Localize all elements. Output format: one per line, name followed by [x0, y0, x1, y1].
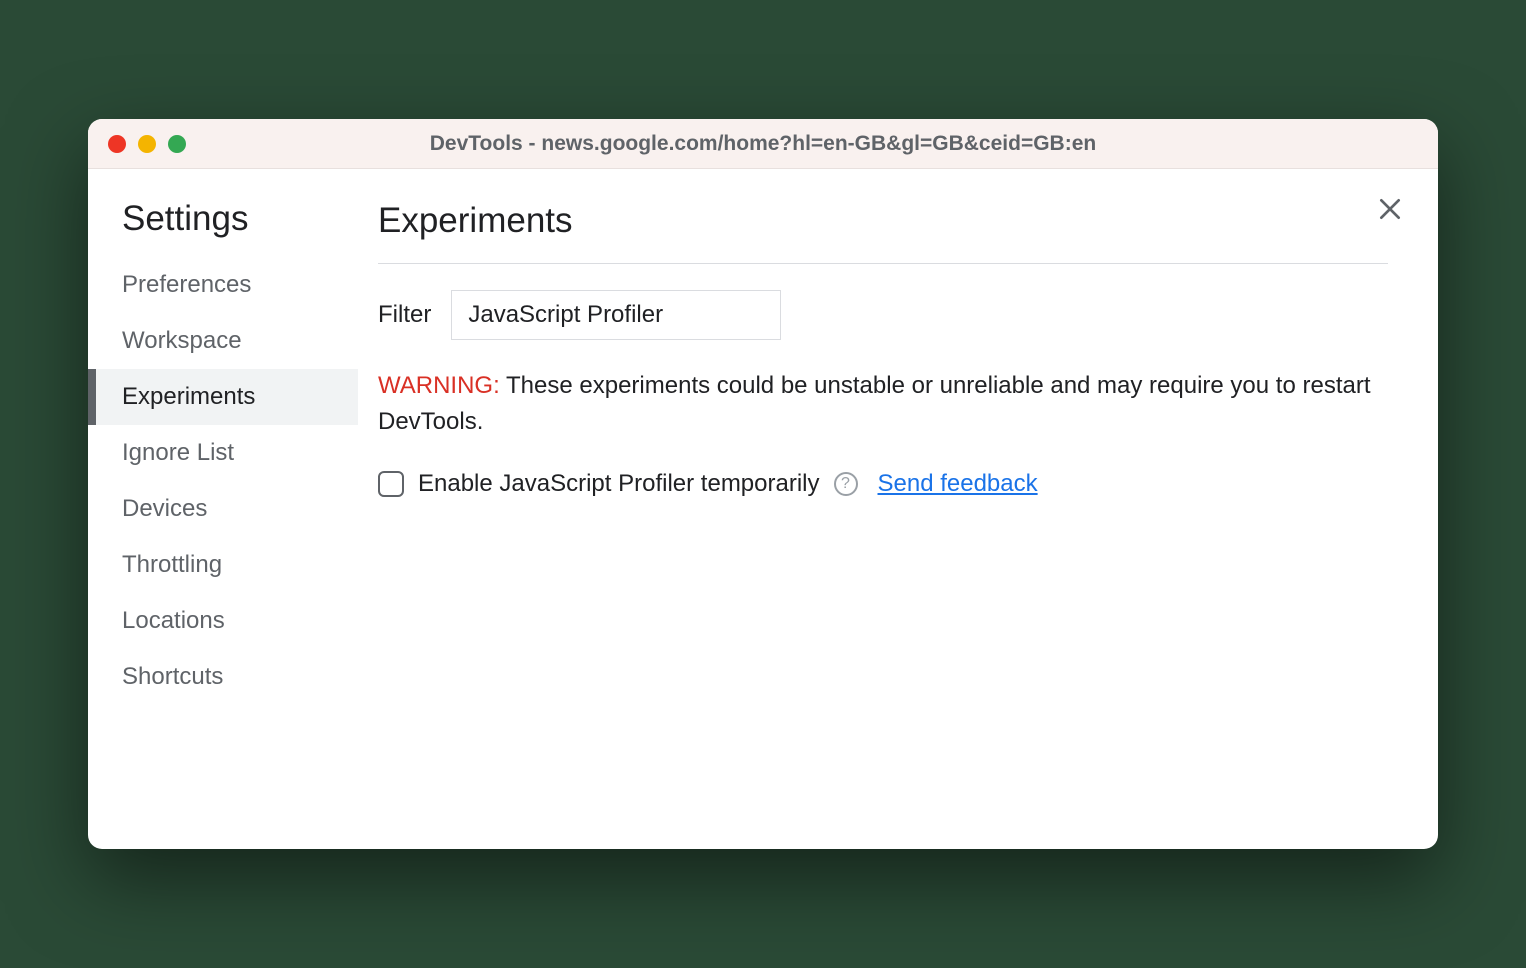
warning-text: WARNING: These experiments could be unst… [378, 368, 1388, 440]
minimize-window-button[interactable] [138, 135, 156, 153]
titlebar: DevTools - news.google.com/home?hl=en-GB… [88, 119, 1438, 169]
settings-content: Settings Preferences Workspace Experimen… [88, 169, 1438, 849]
sidebar-item-devices[interactable]: Devices [88, 481, 358, 537]
sidebar-items: Preferences Workspace Experiments Ignore… [88, 257, 358, 705]
window-title: DevTools - news.google.com/home?hl=en-GB… [88, 132, 1438, 156]
filter-input[interactable] [451, 290, 781, 340]
filter-label: Filter [378, 301, 431, 329]
sidebar-item-throttling[interactable]: Throttling [88, 537, 358, 593]
sidebar-item-preferences[interactable]: Preferences [88, 257, 358, 313]
send-feedback-link[interactable]: Send feedback [878, 470, 1038, 498]
sidebar-item-shortcuts[interactable]: Shortcuts [88, 649, 358, 705]
close-icon [1377, 196, 1403, 222]
maximize-window-button[interactable] [168, 135, 186, 153]
settings-main: Experiments Filter WARNING: These experi… [358, 169, 1438, 849]
close-settings-button[interactable] [1372, 191, 1408, 227]
close-window-button[interactable] [108, 135, 126, 153]
sidebar-item-locations[interactable]: Locations [88, 593, 358, 649]
sidebar-title: Settings [88, 199, 358, 257]
experiment-label: Enable JavaScript Profiler temporarily [418, 470, 820, 498]
sidebar-item-workspace[interactable]: Workspace [88, 313, 358, 369]
help-icon[interactable]: ? [834, 472, 858, 496]
sidebar-item-ignore-list[interactable]: Ignore List [88, 425, 358, 481]
devtools-window: DevTools - news.google.com/home?hl=en-GB… [88, 119, 1438, 849]
main-title: Experiments [378, 201, 1388, 264]
warning-body: These experiments could be unstable or u… [378, 372, 1371, 435]
settings-sidebar: Settings Preferences Workspace Experimen… [88, 169, 358, 849]
experiment-row: Enable JavaScript Profiler temporarily ?… [378, 470, 1388, 498]
traffic-lights [108, 135, 186, 153]
sidebar-item-experiments[interactable]: Experiments [88, 369, 358, 425]
experiment-checkbox[interactable] [378, 471, 404, 497]
warning-prefix: WARNING: [378, 372, 500, 399]
filter-row: Filter [378, 290, 1388, 340]
